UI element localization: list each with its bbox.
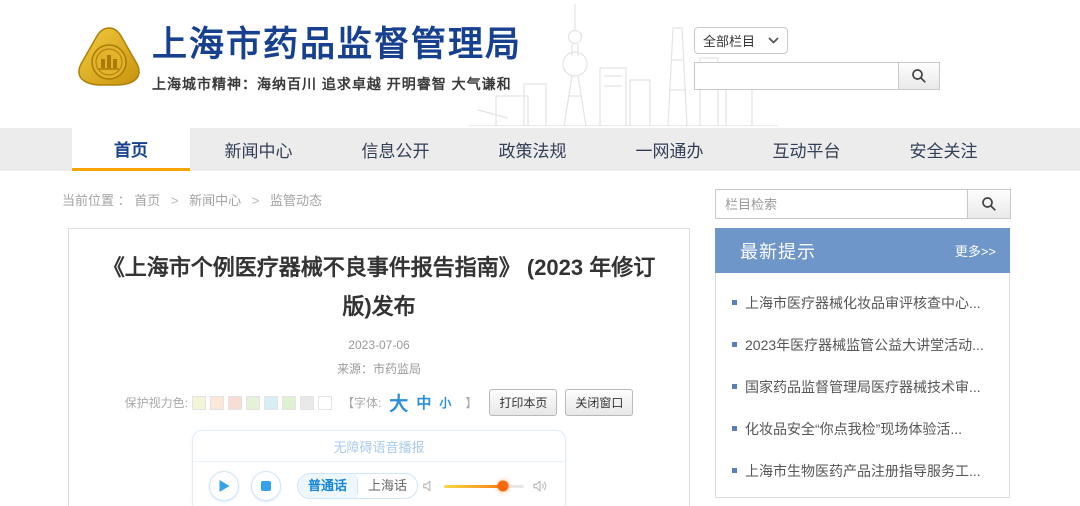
article-toolbar: 保护视力色: 【字体: 大 中 小 】 打印本页 关闭窗口 — [69, 389, 689, 416]
list-item[interactable]: 国家药品监督管理局医疗器械技术审... — [728, 371, 997, 413]
list-item-text: 上海市医疗器械化妆品审评核查中心... — [745, 294, 981, 313]
nav-tab-interaction[interactable]: 互动平台 — [738, 128, 875, 171]
eye-protect-swatch-1[interactable] — [192, 396, 206, 410]
article-date: 2023-07-06 — [69, 338, 689, 352]
eye-protect-swatch-2[interactable] — [210, 396, 224, 410]
list-item[interactable]: 化妆品安全“你点我检”现场体验活... — [728, 413, 997, 455]
column-search-button[interactable] — [967, 189, 1011, 219]
eye-protect-swatch-3[interactable] — [228, 396, 242, 410]
eye-protect-swatch-7[interactable] — [300, 396, 314, 410]
nav-tab-online-services[interactable]: 一网通办 — [601, 128, 738, 171]
list-item[interactable]: 上海市生物医药产品注册指导服务工... — [728, 455, 997, 497]
sidebar-search — [715, 189, 1011, 219]
breadcrumb-regulatory-updates[interactable]: 监管动态 — [270, 193, 322, 208]
eye-protect-swatch-8[interactable] — [318, 396, 332, 410]
breadcrumb-separator: > — [252, 193, 260, 208]
volume-slider-knob[interactable] — [498, 481, 509, 492]
chevron-down-icon — [768, 37, 779, 44]
latest-tips-list: 上海市医疗器械化妆品审评核查中心... 2023年医疗器械监管公益大讲堂活动..… — [715, 273, 1010, 498]
volume-low-icon — [422, 479, 436, 493]
category-select[interactable]: 全部栏目 — [694, 27, 788, 54]
eye-protect-swatch-6[interactable] — [282, 396, 296, 410]
stop-button[interactable] — [251, 471, 281, 501]
nav-tab-policies[interactable]: 政策法规 — [464, 128, 601, 171]
more-link[interactable]: 更多>> — [955, 241, 996, 260]
volume-high-icon — [532, 479, 549, 493]
language-shanghainese-button[interactable]: 上海话 — [358, 474, 417, 498]
audio-player-title: 无障碍语音播报 — [193, 431, 565, 462]
bullet-icon — [732, 342, 737, 347]
category-select-value: 全部栏目 — [703, 31, 755, 50]
font-size-large-button[interactable]: 大 — [389, 389, 408, 416]
nav-tab-info-disclosure[interactable]: 信息公开 — [327, 128, 464, 171]
breadcrumb-home[interactable]: 首页 — [134, 193, 160, 208]
nav-tab-news[interactable]: 新闻中心 — [190, 128, 327, 171]
site-title: 上海市药品监督管理局 — [152, 24, 522, 66]
article-source: 来源：市药监局 — [69, 360, 689, 377]
volume-control — [422, 479, 549, 493]
language-mandarin-button[interactable]: 普通话 — [298, 474, 357, 498]
font-size-label-open: 【字体: — [342, 394, 381, 411]
site-search-button[interactable] — [898, 62, 940, 90]
site-slogan: 上海城市精神：海纳百川 追求卓越 开明睿智 大气谦和 — [152, 74, 522, 94]
audio-player-controls: 普通话 上海话 — [193, 462, 565, 506]
column-search-input[interactable] — [715, 189, 967, 219]
volume-slider[interactable] — [444, 485, 524, 488]
nav-tab-safety[interactable]: 安全关注 — [875, 128, 1012, 171]
eye-protect-swatch-5[interactable] — [264, 396, 278, 410]
list-item-text: 2023年医疗器械监管公益大讲堂活动... — [745, 336, 984, 355]
font-size-label-close: 】 — [465, 394, 477, 411]
site-header: 上海市药品监督管理局 上海城市精神：海纳百川 追求卓越 开明睿智 大气谦和 全部… — [0, 0, 1080, 128]
search-icon — [911, 68, 927, 84]
play-button[interactable] — [209, 471, 239, 501]
latest-tips-title: 最新提示 — [740, 238, 816, 264]
accessibility-audio-player: 无障碍语音播报 普通话 上海话 — [192, 430, 566, 506]
font-size-medium-button[interactable]: 中 — [416, 392, 431, 413]
brand-block: 上海市药品监督管理局 上海城市精神：海纳百川 追求卓越 开明睿智 大气谦和 — [152, 24, 522, 94]
list-item[interactable]: 上海市医疗器械化妆品审评核查中心... — [728, 287, 997, 329]
nav-tab-home[interactable]: 首页 — [72, 128, 190, 171]
article-panel: 《上海市个例医疗器械不良事件报告指南》 (2023 年修订版)发布 2023-0… — [68, 228, 690, 506]
eye-protect-label: 保护视力色: — [125, 394, 188, 411]
breadcrumb-label: 当前位置 ： — [62, 193, 131, 208]
site-search — [694, 62, 940, 90]
page: 上海市药品监督管理局 上海城市精神：海纳百川 追求卓越 开明睿智 大气谦和 全部… — [0, 0, 1080, 506]
play-icon — [218, 479, 230, 493]
list-item[interactable]: 2023年医疗器械监管公益大讲堂活动... — [728, 329, 997, 371]
language-toggle: 普通话 上海话 — [297, 473, 418, 499]
stop-icon — [261, 481, 271, 491]
breadcrumb: 当前位置 ： 首页 > 新闻中心 > 监管动态 — [62, 190, 322, 209]
breadcrumb-separator: > — [171, 193, 179, 208]
breadcrumb-news-center[interactable]: 新闻中心 — [189, 193, 241, 208]
list-item-text: 国家药品监督管理局医疗器械技术审... — [745, 378, 981, 397]
latest-tips-header: 最新提示 更多>> — [715, 228, 1010, 273]
agency-logo — [76, 26, 142, 90]
print-page-button[interactable]: 打印本页 — [489, 389, 557, 416]
list-item-text: 上海市生物医药产品注册指导服务工... — [745, 462, 981, 481]
main-nav: 首页 新闻中心 信息公开 政策法规 一网通办 互动平台 安全关注 — [0, 128, 1080, 171]
bullet-icon — [732, 300, 737, 305]
font-size-small-button[interactable]: 小 — [439, 394, 451, 411]
bullet-icon — [732, 384, 737, 389]
search-icon — [981, 196, 997, 212]
bullet-icon — [732, 468, 737, 473]
article-title: 《上海市个例医疗器械不良事件报告指南》 (2023 年修订版)发布 — [97, 249, 661, 326]
close-window-button[interactable]: 关闭窗口 — [565, 389, 633, 416]
list-item-text: 化妆品安全“你点我检”现场体验活... — [745, 420, 962, 439]
bullet-icon — [732, 426, 737, 431]
site-search-input[interactable] — [694, 62, 898, 90]
eye-protect-swatch-4[interactable] — [246, 396, 260, 410]
